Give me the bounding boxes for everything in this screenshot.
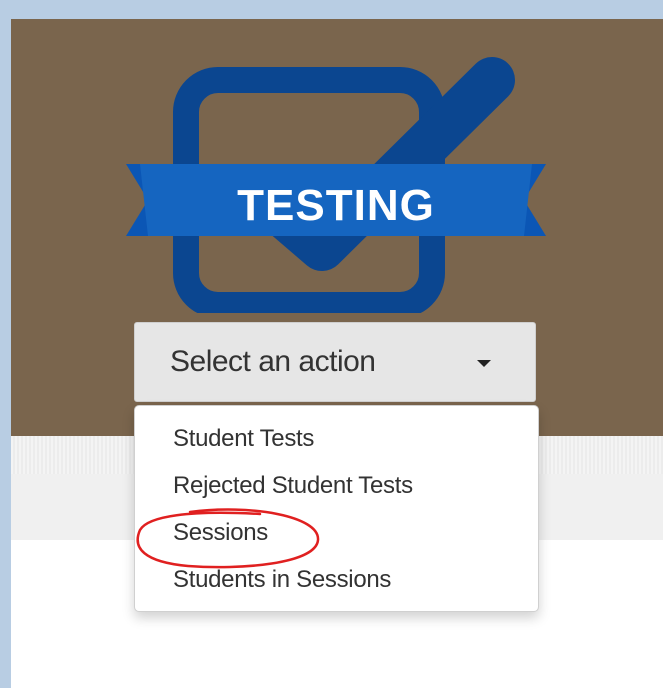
page-frame: TESTING Select an action Student Tests R… [11,19,663,688]
hero-banner: TESTING Select an action [11,19,663,436]
logo-text: TESTING [237,181,435,230]
action-select-label: Select an action [170,345,376,378]
caret-down-icon [477,360,491,367]
menu-item-rejected-student-tests[interactable]: Rejected Student Tests [135,464,538,511]
action-select-button[interactable]: Select an action [134,322,536,402]
menu-item-student-tests[interactable]: Student Tests [135,417,538,464]
action-dropdown-menu: Student Tests Rejected Student Tests Ses… [134,405,539,612]
testing-checkbox-logo: TESTING [126,57,546,313]
menu-item-students-in-sessions[interactable]: Students in Sessions [135,558,538,605]
window-top-border [0,0,663,19]
menu-item-sessions[interactable]: Sessions [135,511,538,558]
